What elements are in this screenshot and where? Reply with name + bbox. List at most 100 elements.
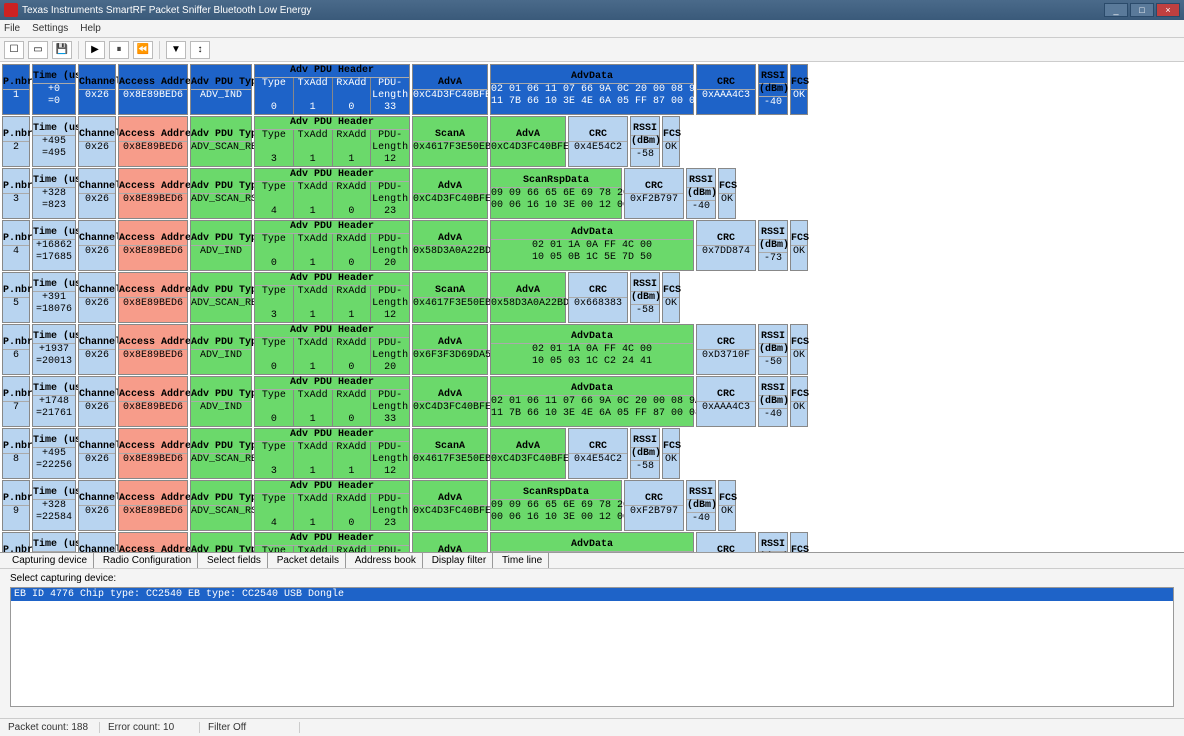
col-adva: AdvA0xC4D3FC40BFE5 [412,480,488,531]
col-pdutype: Adv PDU TypeADV_SCAN_REQ [190,116,252,167]
col-advdata: AdvData02 01 1A 0A FF 4C 0010 05 03 1C C… [490,324,694,375]
col-access: Access Address0x8E89BED6 [118,376,188,427]
col-fcs: FCSOK [790,220,808,271]
tab-details[interactable]: Packet details [271,553,346,568]
packet-row[interactable]: P.nbr.6Time (us)+1937=20013Channel0x26Ac… [2,324,1182,375]
packet-row[interactable]: P.nbr.10Time (us)+17981=40565Channel0x26… [2,532,1182,552]
statusbar: Packet count: 188 Error count: 10 Filter… [0,718,1184,736]
pdu-header: Adv PDU Header TypeTxAddRxAddPDU-Length … [254,428,410,479]
tab-address[interactable]: Address book [349,553,423,568]
autoscroll-icon[interactable]: ↕ [190,41,210,59]
maximize-button[interactable]: □ [1130,3,1154,17]
menu-settings[interactable]: Settings [32,23,68,34]
col-pnbr: P.nbr.6 [2,324,30,375]
pdu-header: Adv PDU Header TypeTxAddRxAddPDU-Length … [254,272,410,323]
col-crc: CRC0xAAA4C3 [696,64,756,115]
col-pnbr: P.nbr.4 [2,220,30,271]
tab-timeline[interactable]: Time line [496,553,549,568]
packet-list[interactable]: P.nbr.1Time (us)+0=0Channel0x26Access Ad… [0,62,1184,552]
col-pnbr: P.nbr.5 [2,272,30,323]
col-pdutype: Adv PDU TypeADV_SCAN_REQ [190,428,252,479]
col-channel: Channel0x26 [78,532,116,552]
packet-row[interactable]: P.nbr.9Time (us)+328=22584Channel0x26Acc… [2,480,1182,531]
col-access: Access Address0x8E89BED6 [118,220,188,271]
pdu-header: Adv PDU Header TypeTxAddRxAddPDU-Length … [254,220,410,271]
col-pdutype: Adv PDU TypeADV_IND [190,220,252,271]
pdu-header: Adv PDU Header TypeTxAddRxAddPDU-Length … [254,532,410,552]
col-time: Time (us)+0=0 [32,64,76,115]
status-error-count: Error count: 10 [100,722,200,733]
col-adva: AdvA0xC4D3FC40BFE5 [490,116,566,167]
col-fcs: FCSOK [790,532,808,552]
col-pnbr: P.nbr.2 [2,116,30,167]
packet-row[interactable]: P.nbr.2Time (us)+495=495Channel0x26Acces… [2,116,1182,167]
pdu-header: Adv PDU Header TypeTxAddRxAddPDU-Length … [254,64,410,115]
col-fcs: FCSOK [790,64,808,115]
col-pdutype: Adv PDU TypeADV_IND [190,324,252,375]
col-scana: ScanA0x4617F3E50EB7 [412,428,488,479]
device-panel: Select capturing device: EB ID 4776 Chip… [0,568,1184,718]
play-icon[interactable]: ▶ [85,41,105,59]
col-advdata: AdvData02 01 06 11 07 66 9A 0C 20 00 08 … [490,64,694,115]
col-adva: AdvA0x58D3A0A22BDB [412,220,488,271]
device-item[interactable]: EB ID 4776 Chip type: CC2540 EB type: CC… [11,588,1173,601]
col-advdata: AdvData02 01 06 11 07 66 9A 0C 20 00 08 … [490,376,694,427]
col-rssi: RSSI(dBm)-40 [758,64,788,115]
packet-row[interactable]: P.nbr.4Time (us)+16862=17685Channel0x26A… [2,220,1182,271]
col-time: Time (us)+495=22256 [32,428,76,479]
col-channel: Channel0x26 [78,428,116,479]
open-icon[interactable]: ▭ [28,41,48,59]
packet-row[interactable]: P.nbr.7Time (us)+1748=21761Channel0x26Ac… [2,376,1182,427]
col-pnbr: P.nbr.10 [2,532,30,552]
col-access: Access Address0x8E89BED6 [118,428,188,479]
menu-help[interactable]: Help [80,23,101,34]
col-adva: AdvA0x58D3A0A22BDB [490,272,566,323]
col-rssi: RSSI(dBm)-50 [758,324,788,375]
col-access: Access Address0x8E89BED6 [118,480,188,531]
tab-capturing[interactable]: Capturing device [6,553,94,568]
col-crc: CRC0xF2B797 [624,168,684,219]
new-icon[interactable]: ☐ [4,41,24,59]
bottom-tabs: Capturing device Radio Configuration Sel… [0,552,1184,568]
col-channel: Channel0x26 [78,220,116,271]
save-icon[interactable]: 💾 [52,41,72,59]
col-adva: AdvA0xC4D3FC40BFE5 [412,376,488,427]
col-pnbr: P.nbr.9 [2,480,30,531]
tab-fields[interactable]: Select fields [201,553,268,568]
col-channel: Channel0x26 [78,376,116,427]
device-label: Select capturing device: [10,573,1174,584]
tab-radio[interactable]: Radio Configuration [97,553,198,568]
col-access: Access Address0x8E89BED6 [118,64,188,115]
col-time: Time (us)+1937=20013 [32,324,76,375]
col-rssi: RSSI(dBm)-40 [686,480,716,531]
col-time: Time (us)+328=22584 [32,480,76,531]
close-button[interactable]: × [1156,3,1180,17]
col-rssi: RSSI(dBm)-40 [758,376,788,427]
packet-row[interactable]: P.nbr.5Time (us)+391=18076Channel0x26Acc… [2,272,1182,323]
funnel-icon[interactable]: ▼ [166,41,186,59]
col-adva: AdvA0x6F3F3D69DA5E [412,324,488,375]
col-channel: Channel0x26 [78,272,116,323]
col-pdutype: Adv PDU TypeADV_IND [190,376,252,427]
col-advdata: AdvData02 01 1A 0A FF 4C 0010 05 0B 1C 5… [490,220,694,271]
minimize-button[interactable]: _ [1104,3,1128,17]
stop-icon[interactable]: ⏪ [133,41,153,59]
col-pdutype: Adv PDU TypeADV_IND [190,64,252,115]
device-list[interactable]: EB ID 4776 Chip type: CC2540 EB type: CC… [10,587,1174,707]
tab-display[interactable]: Display filter [426,553,493,568]
col-rssi: RSSI(dBm)-40 [686,168,716,219]
packet-row[interactable]: P.nbr.3Time (us)+328=823Channel0x26Acces… [2,168,1182,219]
col-fcs: FCSOK [662,272,680,323]
col-scana: ScanA0x4617F3E50EB7 [412,116,488,167]
col-channel: Channel0x26 [78,168,116,219]
pause-icon[interactable]: ⏸ [109,41,129,59]
menu-file[interactable]: File [4,23,20,34]
col-channel: Channel0x26 [78,324,116,375]
col-crc: CRC0x668383 [568,272,628,323]
col-adva: AdvA0xAC9A22F35404 [412,532,488,552]
col-channel: Channel0x26 [78,116,116,167]
col-time: Time (us)+495=495 [32,116,76,167]
packet-row[interactable]: P.nbr.1Time (us)+0=0Channel0x26Access Ad… [2,64,1182,115]
packet-row[interactable]: P.nbr.8Time (us)+495=22256Channel0x26Acc… [2,428,1182,479]
col-rssi: RSSI(dBm)-58 [630,116,660,167]
